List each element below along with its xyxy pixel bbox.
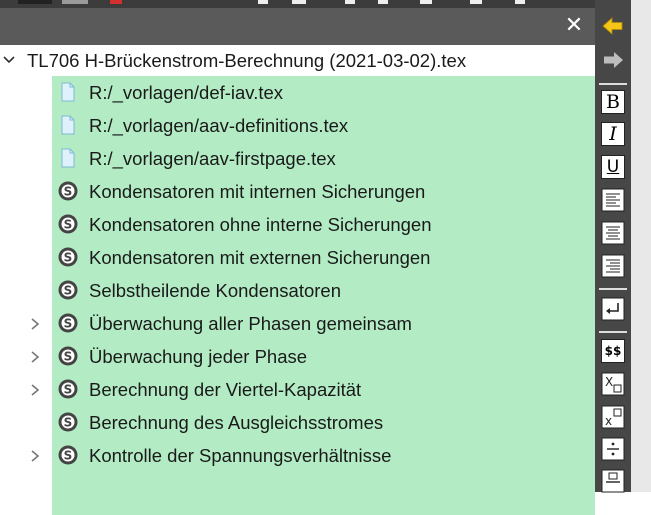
toolbar-remnant (62, 0, 88, 4)
toolbar-remnant (18, 0, 52, 4)
tree-root-item[interactable]: TL706 H-Brückenstrom-Berechnung (2021-03… (0, 45, 595, 76)
italic-icon: I (609, 123, 617, 145)
forward-arrow-icon[interactable] (601, 48, 625, 72)
align-center-icon[interactable] (601, 221, 625, 245)
section-icon: S (58, 379, 78, 399)
back-arrow-icon[interactable] (601, 14, 625, 38)
tree-item[interactable]: S Überwachung jeder Phase (52, 340, 595, 373)
toolbar-remnant (515, 0, 525, 4)
toolbar-remnant (470, 0, 482, 4)
toolbar-separator (599, 83, 627, 85)
chevron-right-icon[interactable] (28, 383, 42, 397)
underline-button[interactable]: U (601, 155, 625, 179)
close-icon: ✕ (564, 13, 584, 38)
tree-item-label: Überwachung jeder Phase (89, 346, 308, 367)
tree-item-label: R:/_vorlagen/def-iav.tex (89, 82, 284, 103)
file-icon (61, 82, 75, 102)
chevron-right-icon[interactable] (28, 449, 42, 463)
tree-item[interactable]: R:/_vorlagen/aav-firstpage.tex (52, 142, 595, 175)
svg-text:S: S (64, 218, 73, 232)
tree-item-label: R:/_vorlagen/aav-firstpage.tex (89, 148, 336, 169)
svg-text:S: S (64, 449, 73, 463)
svg-text:S: S (64, 317, 73, 331)
underline-icon: U (606, 157, 620, 177)
latex-toolbar: B I U $$ X x (595, 0, 631, 493)
tree-item[interactable]: S Berechnung des Ausgleichsstromes (52, 406, 595, 439)
section-icon: S (58, 445, 78, 465)
svg-text:X: X (605, 375, 613, 389)
tree-item[interactable]: R:/_vorlagen/aav-definitions.tex (52, 109, 595, 142)
document-structure-tree: TL706 H-Brückenstrom-Berechnung (2021-03… (0, 45, 595, 515)
toolbar-remnant (292, 0, 306, 4)
toolbar-separator (599, 331, 627, 333)
tree-item[interactable]: S Kondensatoren ohne interne Sicherungen (52, 208, 595, 241)
tree-item-label: Kontrolle der Spannungsverhältnisse (89, 445, 392, 466)
svg-text:S: S (64, 185, 73, 199)
section-icon: S (58, 214, 78, 234)
align-left-icon[interactable] (601, 188, 625, 212)
svg-text:S: S (64, 350, 73, 364)
structure-panel-header: ✕ (0, 8, 595, 45)
bold-button[interactable]: B (601, 90, 625, 114)
tree-item-label: Kondensatoren ohne interne Sicherungen (89, 214, 432, 235)
divide-icon[interactable] (601, 437, 625, 461)
tree-item-label: Berechnung der Viertel-Kapazität (89, 379, 362, 400)
subscript-icon[interactable]: X (601, 372, 625, 396)
tree-item[interactable]: S Überwachung aller Phasen gemeinsam (52, 307, 595, 340)
section-icon: S (58, 247, 78, 267)
math-inline-icon: $$ (604, 344, 622, 358)
file-icon (61, 148, 75, 168)
tree-item-label: Kondensatoren mit internen Sicherungen (89, 181, 426, 202)
editor-edge (631, 0, 651, 492)
tree-item-label: Kondensatoren mit externen Sicherungen (89, 247, 431, 268)
tree-item[interactable]: R:/_vorlagen/def-iav.tex (52, 76, 595, 109)
tree-item[interactable]: S Kondensatoren mit internen Sicherungen (52, 175, 595, 208)
chevron-down-icon[interactable] (3, 54, 15, 66)
tree-children-selected: R:/_vorlagen/def-iav.tex R:/_vorlagen/aav… (52, 76, 595, 515)
tree-item-label: Überwachung aller Phasen gemeinsam (89, 313, 412, 334)
svg-text:S: S (64, 251, 73, 265)
align-right-icon[interactable] (601, 254, 625, 278)
svg-text:S: S (64, 284, 73, 298)
chevron-right-icon[interactable] (28, 350, 42, 364)
tree-item[interactable]: S Kondensatoren mit externen Sicherungen (52, 241, 595, 274)
superscript-icon[interactable]: x (601, 405, 625, 429)
tree-item[interactable]: S Berechnung der Viertel-Kapazität (52, 373, 595, 406)
tree-item[interactable]: S Kontrolle der Spannungsverhältnisse (52, 439, 595, 472)
tree-item-label: Berechnung des Ausgleichsstromes (89, 412, 384, 433)
toolbar-remnant (420, 0, 432, 4)
math-inline-button[interactable]: $$ (601, 339, 625, 363)
file-icon (61, 115, 75, 135)
svg-text:S: S (64, 383, 73, 397)
svg-text:S: S (64, 416, 73, 430)
toolbar-remnant (345, 0, 355, 4)
italic-button[interactable]: I (601, 122, 625, 146)
section-icon: S (58, 346, 78, 366)
section-icon: S (58, 313, 78, 333)
tree-root-label: TL706 H-Brückenstrom-Berechnung (2021-03… (27, 50, 467, 71)
section-icon: S (58, 412, 78, 432)
section-icon: S (58, 181, 78, 201)
svg-text:x: x (605, 414, 612, 428)
bold-icon: B (606, 91, 620, 113)
toolbar-remnant (258, 0, 268, 4)
window-top-strip (0, 0, 595, 8)
toolbar-remnant (378, 0, 388, 4)
toolbar-remnant (110, 0, 122, 4)
fraction-icon[interactable] (601, 469, 625, 493)
tree-item[interactable]: S Selbstheilende Kondensatoren (52, 274, 595, 307)
tree-item-label: R:/_vorlagen/aav-definitions.tex (89, 115, 349, 136)
toolbar-separator (599, 288, 627, 290)
newline-icon[interactable] (601, 297, 625, 321)
chevron-right-icon[interactable] (28, 317, 42, 331)
tree-item-label: Selbstheilende Kondensatoren (89, 280, 341, 301)
section-icon: S (58, 280, 78, 300)
close-panel-button[interactable]: ✕ (563, 15, 585, 37)
